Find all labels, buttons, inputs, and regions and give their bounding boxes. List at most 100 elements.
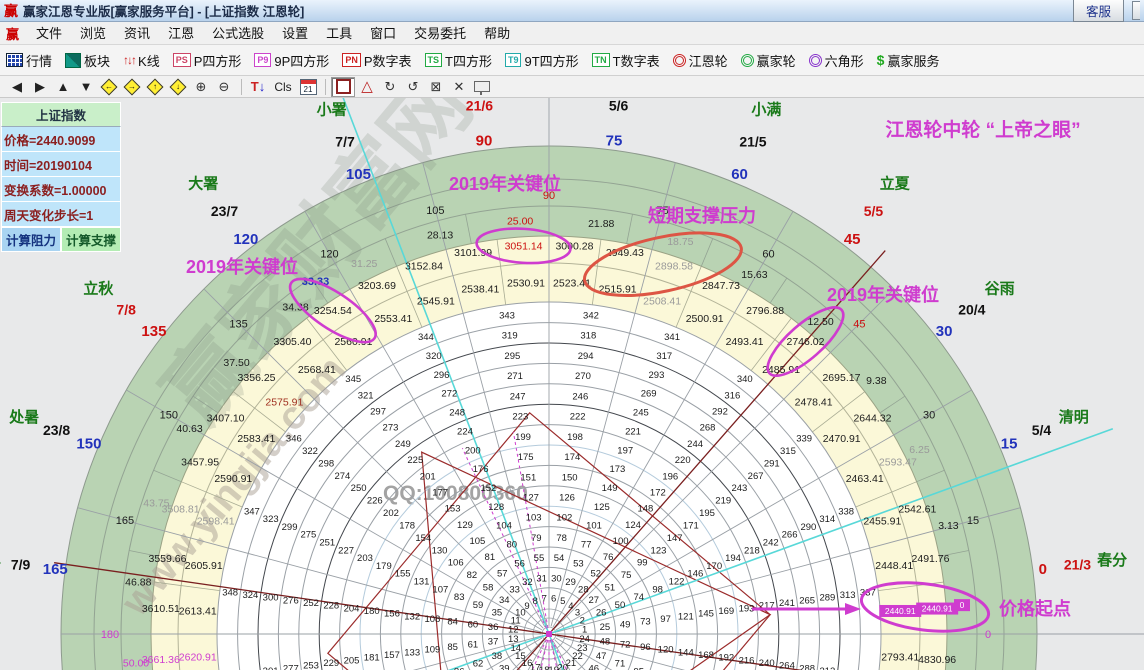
toolbar-item-赢家轮[interactable]: 赢家轮	[740, 51, 796, 70]
svg-text:21/6: 21/6	[466, 98, 493, 113]
svg-text:立秋: 立秋	[83, 279, 114, 297]
diamond-left-tool-button[interactable]: ←	[98, 78, 120, 96]
svg-text:105: 105	[346, 166, 371, 183]
svg-text:2493.41: 2493.41	[726, 336, 764, 348]
svg-text:181: 181	[364, 653, 380, 664]
calendar-tool-button[interactable]: 21	[297, 78, 319, 96]
svg-text:348: 348	[222, 587, 238, 598]
svg-text:2470.91: 2470.91	[823, 433, 861, 445]
svg-text:132: 132	[404, 611, 420, 622]
svg-text:2491.76: 2491.76	[912, 553, 950, 565]
svg-text:2796.88: 2796.88	[746, 305, 784, 317]
svg-text:198: 198	[567, 432, 583, 443]
svg-text:46: 46	[588, 664, 599, 670]
diamond-down-tool-button[interactable]: ↓	[167, 78, 189, 96]
svg-text:2568.41: 2568.41	[298, 364, 336, 376]
menu-item-文件[interactable]: 文件	[27, 24, 71, 43]
toolbar-item-行情[interactable]: 行情	[6, 51, 52, 70]
zoom-out-tool-button[interactable]: ⊖	[213, 78, 235, 96]
svg-text:2440.91: 2440.91	[922, 604, 953, 614]
menu-item-江恩[interactable]: 江恩	[159, 24, 203, 43]
calc-resistance-button[interactable]: 计算阻力	[1, 227, 61, 252]
rotate-cw-tool-button[interactable]: ↻	[379, 78, 401, 96]
svg-text:165: 165	[43, 561, 68, 578]
toolbar-item-P四方形[interactable]: PS P四方形	[172, 51, 241, 70]
menu-item-浏览[interactable]: 浏览	[71, 24, 115, 43]
svg-text:2: 2	[580, 616, 585, 627]
expand-tool-button[interactable]: ⊠	[425, 78, 447, 96]
svg-text:5/5: 5/5	[864, 203, 884, 219]
toolbar-item-9P四方形[interactable]: P9 9P四方形	[254, 51, 329, 70]
svg-text:82: 82	[467, 570, 478, 581]
app-logo-icon: 赢	[6, 26, 20, 42]
svg-text:316: 316	[724, 390, 740, 401]
partial-window-button[interactable]	[1132, 1, 1140, 20]
menu-item-设置[interactable]: 设置	[273, 24, 317, 43]
svg-text:120: 120	[658, 645, 674, 656]
svg-text:295: 295	[504, 351, 520, 362]
svg-text:321: 321	[358, 390, 374, 401]
svg-text:346: 346	[286, 434, 302, 445]
gann-wheel-chart-area[interactable]: 赢家财富网 www.yingjia.com QQ:100800360 1 2 3 4 5 6 7 8…	[0, 98, 1144, 670]
prev-tool-button[interactable]: ◀	[6, 78, 28, 96]
toolbar-item-板块[interactable]: 板块	[65, 51, 110, 70]
menu-item-公式选股[interactable]: 公式选股	[203, 24, 273, 43]
svg-text:168: 168	[698, 650, 714, 661]
toolbar-item-K线[interactable]: ↑↓↑ K线	[123, 51, 160, 70]
svg-text:8: 8	[533, 596, 538, 607]
down-tool-button[interactable]: ▼	[75, 78, 97, 96]
svg-text:178: 178	[399, 520, 415, 531]
svg-text:155: 155	[395, 569, 411, 580]
drawing-toolbar: ◀ ▶ ▲ ▼ ← → ↑ ↓ ⊕ ⊖ T ↓ Cls 21 △ ↻ ↺ ⊠ ✕	[0, 76, 1144, 98]
toolbar-item-P数字表[interactable]: PN P数字表	[342, 51, 412, 70]
menu-item-资讯[interactable]: 资讯	[115, 24, 159, 43]
up-tool-button[interactable]: ▲	[52, 78, 74, 96]
shrink-tool-button[interactable]: ✕	[448, 78, 470, 96]
toolbar-item-六角形[interactable]: 六角形	[808, 51, 864, 70]
svg-text:152: 152	[480, 483, 496, 494]
calc-support-button[interactable]: 计算支撑	[61, 227, 121, 252]
cls-tool-button[interactable]: Cls	[270, 78, 296, 96]
svg-text:249: 249	[395, 439, 411, 450]
toolbar-item-赢家服务[interactable]: $ 赢家服务	[877, 51, 940, 70]
svg-text:2530.91: 2530.91	[507, 277, 545, 289]
svg-text:62: 62	[473, 659, 484, 670]
toolbar-item-江恩轮[interactable]: 江恩轮	[672, 51, 728, 70]
svg-text:98: 98	[652, 584, 663, 595]
square-tool-button[interactable]	[331, 76, 355, 97]
svg-text:30: 30	[936, 323, 953, 340]
svg-text:7: 7	[542, 594, 547, 605]
svg-text:3000.28: 3000.28	[555, 241, 593, 253]
svg-text:21/3: 21/3	[1064, 556, 1091, 572]
toolbar-item-9T四方形[interactable]: T9 9T四方形	[504, 51, 579, 70]
diamond-right-tool-button[interactable]: →	[121, 78, 143, 96]
menu-item-窗口[interactable]: 窗口	[361, 24, 405, 43]
next-tool-button[interactable]: ▶	[29, 78, 51, 96]
sort-tool-button[interactable]: T ↓	[247, 78, 269, 96]
svg-text:53: 53	[573, 558, 584, 569]
toolbar-label: P数字表	[363, 53, 412, 69]
index-info-panel: 上证指数 价格=2440.9099 时间=20190104 变换系数=1.000…	[1, 102, 121, 252]
svg-text:2538.41: 2538.41	[461, 283, 499, 295]
toolbar-item-T四方形[interactable]: TS T四方形	[424, 51, 492, 70]
svg-text:322: 322	[302, 446, 318, 457]
menu-item-交易委托[interactable]: 交易委托	[405, 24, 475, 43]
menu-bar: 赢 文件 浏览 资讯 江恩 公式选股 设置 工具 窗口 交易委托 帮助	[0, 22, 1144, 45]
customer-service-button[interactable]: 客服	[1072, 0, 1124, 22]
svg-text:176: 176	[473, 464, 489, 475]
gann-wheel-chart[interactable]: 赢家财富网www.yingjia.com QQ:10080036012345678…	[0, 98, 1144, 670]
triangle-tool-button[interactable]: △	[356, 78, 378, 96]
diamond-up-tool-button[interactable]: ↑	[144, 78, 166, 96]
rotate-ccw-tool-button[interactable]: ↺	[402, 78, 424, 96]
svg-text:75: 75	[606, 133, 623, 150]
svg-text:29: 29	[565, 577, 576, 588]
svg-text:32: 32	[522, 577, 533, 588]
menu-item-帮助[interactable]: 帮助	[475, 24, 519, 43]
svg-text:253: 253	[303, 661, 319, 670]
screen-tool-button[interactable]	[471, 78, 493, 96]
menu-item-工具[interactable]: 工具	[317, 24, 361, 43]
svg-text:34: 34	[499, 595, 510, 606]
svg-text:120: 120	[233, 231, 258, 248]
toolbar-item-T数字表[interactable]: TN T数字表	[591, 51, 660, 70]
zoom-in-tool-button[interactable]: ⊕	[190, 78, 212, 96]
